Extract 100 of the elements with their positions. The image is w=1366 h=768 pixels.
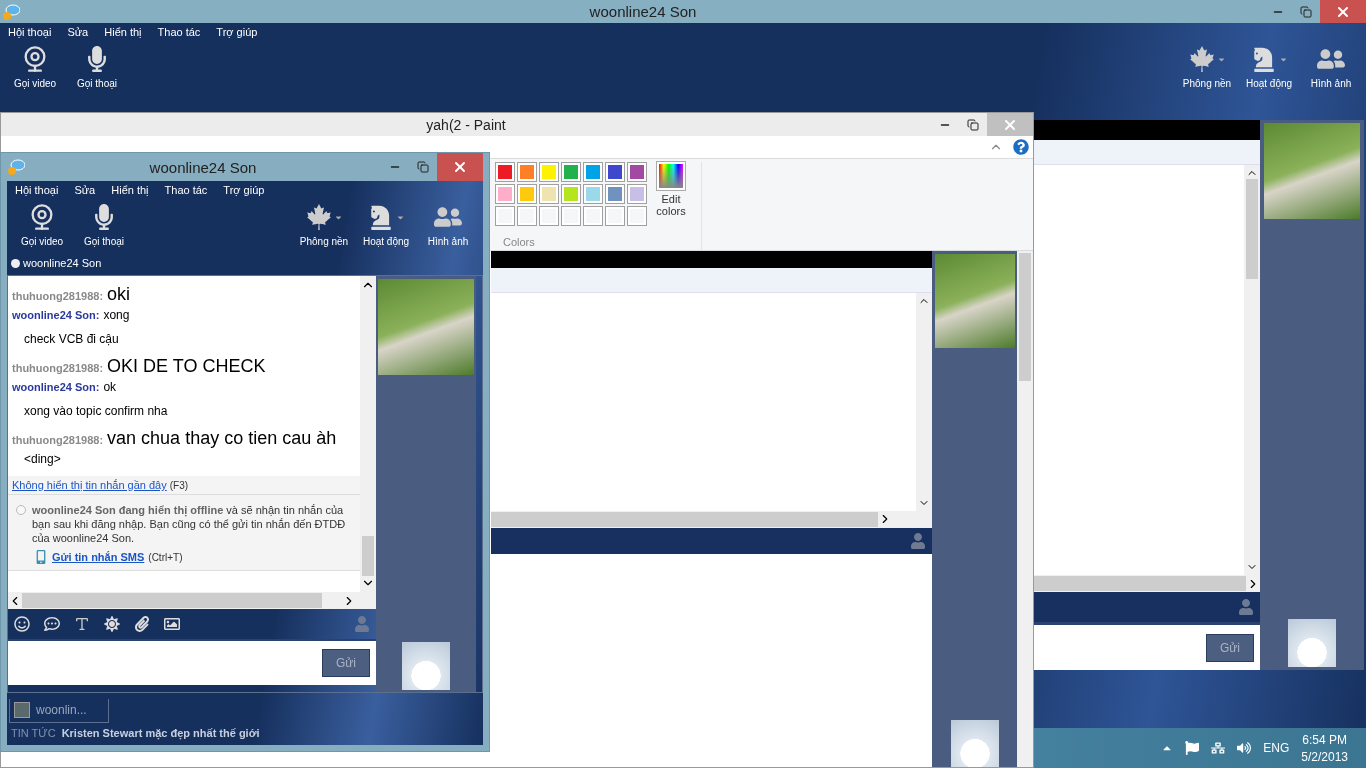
color-swatch[interactable] [495, 206, 515, 226]
menu-item[interactable]: Hội thoại [8, 26, 52, 38]
toolbar-button[interactable]: Gọi video [11, 201, 73, 247]
scroll-thumb[interactable] [22, 593, 322, 608]
scroll-thumb[interactable] [362, 536, 374, 576]
toolbar-button[interactable]: Hình ảnh [1300, 43, 1362, 89]
group-label: Colors [502, 236, 536, 250]
restore-icon [417, 161, 429, 173]
vertical-scrollbar[interactable] [1244, 165, 1260, 575]
color-swatch[interactable] [583, 162, 603, 182]
toolbar-button[interactable]: Gọi thoại [73, 201, 135, 247]
message-text: xong vào topic confirm nha [24, 404, 168, 418]
menu-item[interactable]: Sửa [74, 184, 96, 196]
menu-item[interactable]: Hiển thị [104, 26, 142, 38]
window-title: yah(2 - Paint [425, 116, 507, 133]
color-swatch[interactable] [517, 184, 537, 204]
picture-placeholder [1288, 619, 1336, 667]
window-title: woonline24 Son [588, 3, 698, 20]
color-swatch[interactable] [583, 206, 603, 226]
color-swatch[interactable] [605, 184, 625, 204]
phone-icon [34, 550, 48, 564]
color-swatch[interactable] [495, 184, 515, 204]
scroll-thumb[interactable] [1034, 576, 1246, 591]
color-swatch[interactable] [627, 162, 647, 182]
color-swatch[interactable] [627, 206, 647, 226]
sender-name: woonline24 Son: [12, 381, 100, 393]
help-icon[interactable] [1013, 139, 1029, 155]
speaker-icon[interactable] [1237, 741, 1252, 755]
window-title: woonline24 Son [148, 158, 258, 176]
menu-item[interactable]: Trợ giúp [223, 184, 265, 196]
contact-name: woonline24 Son [23, 257, 102, 269]
color-swatch[interactable] [583, 184, 603, 204]
horizontal-scrollbar[interactable] [1034, 575, 1260, 592]
toolbar-button[interactable]: Phông nền [1176, 43, 1238, 89]
menu-item[interactable]: Thao tác [157, 26, 201, 38]
color-swatch[interactable] [605, 162, 625, 182]
menu-item[interactable]: Thao tác [164, 184, 208, 196]
menu-item[interactable]: Trợ giúp [216, 26, 258, 38]
toolbar-button[interactable]: Hoạt động [1238, 43, 1300, 89]
color-swatch[interactable] [539, 206, 559, 226]
color-swatch[interactable] [605, 206, 625, 226]
toolbar-button[interactable]: Gọi video [4, 43, 66, 89]
shortcut-text: (Ctrl+T) [148, 551, 183, 563]
color-swatch[interactable] [539, 184, 559, 204]
language-indicator[interactable]: ENG [1263, 741, 1290, 755]
text-format-icon[interactable] [74, 616, 90, 632]
color-swatch[interactable] [627, 184, 647, 204]
chat-bubble-icon [2, 2, 20, 21]
person-icon [910, 532, 926, 549]
menu-item[interactable]: Hội thoại [15, 184, 59, 196]
leaf-icon [305, 204, 332, 230]
image-icon[interactable] [164, 616, 180, 632]
send-sms-link[interactable]: Gửi tin nhắn SMS [52, 551, 145, 563]
edit-colors-button[interactable]: Edit colors [653, 162, 689, 226]
close-button[interactable] [1320, 0, 1366, 23]
radio-icon [16, 505, 26, 515]
color-swatch[interactable] [517, 206, 537, 226]
conversation-tab[interactable]: woonlin... [9, 699, 109, 723]
smiley-icon[interactable] [14, 616, 30, 632]
toolbar-button[interactable]: Hình ảnh [417, 201, 479, 247]
speech-bubble-icon[interactable] [44, 616, 60, 632]
message-text: <ding> [24, 452, 61, 466]
hide-recent-link[interactable]: Không hiển thị tin nhắn gần đây [12, 479, 167, 491]
horizontal-scrollbar[interactable] [8, 592, 376, 609]
flag-icon[interactable] [1185, 741, 1200, 755]
restore-icon [1300, 5, 1312, 18]
menu-item[interactable]: Sửa [67, 26, 89, 38]
paperclip-icon[interactable] [134, 616, 150, 632]
vertical-scrollbar[interactable] [1017, 251, 1033, 767]
color-swatch[interactable] [517, 162, 537, 182]
toolbar-button[interactable]: Phông nền [293, 201, 355, 247]
status-dot [11, 258, 20, 268]
color-swatch[interactable] [561, 206, 581, 226]
message-text: ok [103, 380, 117, 394]
menu-item[interactable]: Hiển thị [111, 184, 149, 196]
person-icon[interactable] [354, 616, 370, 632]
color-swatch[interactable] [561, 184, 581, 204]
news-label: TIN TỨC [11, 727, 56, 739]
scroll-thumb[interactable] [1246, 179, 1258, 279]
restore-icon [967, 118, 979, 131]
close-button[interactable] [437, 153, 483, 181]
color-swatch[interactable] [561, 162, 581, 182]
toolbar-button[interactable]: Hoạt động [355, 201, 417, 247]
person-icon[interactable] [1238, 599, 1254, 615]
news-headline[interactable]: Kristen Stewart mặc đẹp nhất thế giới [61, 727, 260, 739]
clock[interactable]: 6:54 PM 5/2/2013 [1301, 732, 1348, 764]
offline-notice: woonline24 Son đang hiển thị offline và sẽ nhận tin nhắn của bạn sau khi đăng nhập. Bạn cũng có thể gửi tin nhắn đến ĐTDĐ của woonline24 Son. [32, 503, 347, 545]
message-text: oki [107, 284, 131, 305]
toolbar-button[interactable]: Gọi thoại [66, 43, 128, 89]
network-icon[interactable] [1211, 741, 1226, 755]
message-text: check VCB đi cậu [24, 332, 119, 346]
vertical-scrollbar[interactable] [360, 276, 376, 592]
scroll-thumb[interactable] [1019, 253, 1031, 381]
scroll-thumb[interactable] [491, 511, 878, 527]
message-text: OKI DE TO CHECK [107, 356, 266, 377]
burst-icon[interactable] [104, 616, 120, 632]
color-swatch[interactable] [539, 162, 559, 182]
sender-name: thuhuong281988: [12, 362, 104, 374]
color-swatch[interactable] [495, 162, 515, 182]
shortcut-text: (F3) [169, 480, 189, 491]
